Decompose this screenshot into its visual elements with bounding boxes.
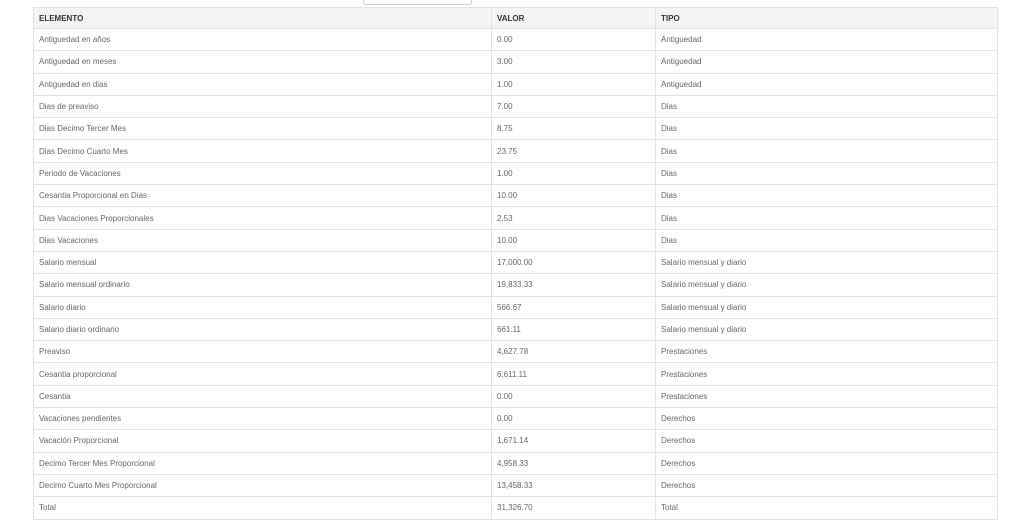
- cell-valor: 566.67: [491, 295, 656, 319]
- table-row: Dias Vacaciones 10.00 Dias: [33, 228, 998, 252]
- cell-tipo: Prestaciones: [655, 362, 998, 386]
- table-row: Dias Vacaciones Proporcionales 2.53 Dias: [33, 206, 998, 230]
- table-row: Decimo Tercer Mes Proporcional 4,958.33 De…: [33, 451, 998, 475]
- cell-tipo: Dias: [655, 228, 998, 252]
- cell-elemento: Dias Decimo Tercer Mes: [33, 117, 492, 141]
- table-row: Cesantia 0.00 Prestaciones: [33, 384, 998, 409]
- cell-elemento: Antiguedad en años: [33, 27, 492, 52]
- cell-valor: 4,958.33: [491, 451, 656, 475]
- table-row: Antiguedad en dias 1.00 Antiguedad: [33, 72, 998, 96]
- table-row: Preaviso 4,627.78 Prestaciones: [33, 340, 998, 364]
- cell-elemento: Salario mensual: [33, 250, 492, 275]
- table-row: Dias Decimo Tercer Mes 8.75 Dias: [33, 117, 998, 141]
- table-row: Decimo Cuarto Mes Proporcional 13,458.33 D…: [33, 473, 998, 498]
- cell-elemento: Decimo Tercer Mes Proporcional: [33, 451, 492, 475]
- cell-valor: 8.75: [491, 117, 656, 141]
- cell-tipo: Total: [655, 496, 998, 520]
- column-header-tipo: TIPO: [655, 7, 998, 29]
- cell-valor: 0.00: [491, 27, 656, 52]
- cell-valor: 0.00: [491, 407, 656, 431]
- cell-tipo: Prestaciones: [655, 384, 998, 409]
- cell-valor: 13,458.33: [491, 473, 656, 498]
- cell-valor: 2.53: [491, 206, 656, 230]
- cell-tipo: Salario mensual y diario: [655, 295, 998, 319]
- cell-valor: 7.00: [491, 94, 656, 119]
- cell-valor: 6,611.11: [491, 362, 656, 386]
- results-table: ELEMENTO VALOR TIPO Antiguedad en años 0.…: [33, 7, 998, 520]
- cell-tipo: Antiguedad: [655, 72, 998, 96]
- cell-tipo: Derechos: [655, 429, 998, 453]
- cell-tipo: Dias: [655, 206, 998, 230]
- table-row: Salario diario 566.67 Salario mensual y di…: [33, 295, 998, 319]
- cell-elemento: Antiguedad en meses: [33, 50, 492, 74]
- cell-elemento: Preaviso: [33, 340, 492, 364]
- cell-valor: 661.11: [491, 317, 656, 342]
- search-input[interactable]: [363, 0, 472, 5]
- cell-elemento: Salario diario: [33, 295, 492, 319]
- cell-valor: 3.00: [491, 50, 656, 74]
- cell-valor: 1,671.14: [491, 429, 656, 453]
- table-row: Vacaciones pendientes 0.00 Derechos: [33, 407, 998, 431]
- cell-elemento: Salario diario ordinario: [33, 317, 492, 342]
- table-row: Antiguedad en años 0.00 Antiguedad: [33, 27, 998, 52]
- cell-tipo: Dias: [655, 184, 998, 208]
- cell-valor: 4,627.78: [491, 340, 656, 364]
- table-row: Periodo de Vacaciones 1.00 Dias: [33, 161, 998, 186]
- cell-tipo: Derechos: [655, 407, 998, 431]
- table-body: Antiguedad en años 0.00 Antiguedad Antigued…: [33, 27, 998, 520]
- cell-tipo: Derechos: [655, 473, 998, 498]
- table-row: Salario mensual ordinario 19,833.33 Salari…: [33, 273, 998, 297]
- table-row: Cesantia Proporcional en Dias 10.00 Dias: [33, 184, 998, 208]
- cell-elemento: Dias Vacaciones Proporcionales: [33, 206, 492, 230]
- cell-tipo: Dias: [655, 94, 998, 119]
- table-row: Dias de preaviso 7.00 Dias: [33, 94, 998, 119]
- cell-elemento: Periodo de Vacaciones: [33, 161, 492, 186]
- cell-valor: 10.00: [491, 228, 656, 252]
- cell-tipo: Antiguedad: [655, 50, 998, 74]
- cell-valor: 31,326.70: [491, 496, 656, 520]
- cell-valor: 1.00: [491, 72, 656, 96]
- cell-elemento: Antiguedad en dias: [33, 72, 492, 96]
- cell-tipo: Salario mensual y diario: [655, 317, 998, 342]
- cell-tipo: Dias: [655, 161, 998, 186]
- cell-tipo: Antiguedad: [655, 27, 998, 52]
- cell-tipo: Salario mensual y diario: [655, 250, 998, 275]
- cell-elemento: Cesantia: [33, 384, 492, 409]
- cell-valor: 17,000.00: [491, 250, 656, 275]
- column-header-elemento: ELEMENTO: [33, 7, 492, 29]
- cell-tipo: Dias: [655, 117, 998, 141]
- cell-elemento: Cesantia proporcional: [33, 362, 492, 386]
- cell-elemento: Dias Decimo Cuarto Mes: [33, 139, 492, 163]
- cell-valor: 1.00: [491, 161, 656, 186]
- table-row: Cesantia proporcional 6,611.11 Prestacione…: [33, 362, 998, 386]
- cell-elemento: Total: [33, 496, 492, 520]
- cell-elemento: Dias de preaviso: [33, 94, 492, 119]
- table-row: Salario mensual 17,000.00 Salario mensual …: [33, 250, 998, 275]
- cell-tipo: Salario mensual y diario: [655, 273, 998, 297]
- table-row: Total 31,326.70 Total: [33, 496, 998, 520]
- table-row: Dias Decimo Cuarto Mes 23.75 Dias: [33, 139, 998, 163]
- table-row: Salario diario ordinario 661.11 Salario me…: [33, 317, 998, 342]
- cell-valor: 0.00: [491, 384, 656, 409]
- cell-tipo: Prestaciones: [655, 340, 998, 364]
- cell-valor: 23.75: [491, 139, 656, 163]
- cell-elemento: Vacaciones pendientes: [33, 407, 492, 431]
- cell-valor: 19,833.33: [491, 273, 656, 297]
- cell-elemento: Dias Vacaciones: [33, 228, 492, 252]
- table-row: Vacación Proporcional 1,671.14 Derechos: [33, 429, 998, 453]
- table-row: Antiguedad en meses 3.00 Antiguedad: [33, 50, 998, 74]
- cell-tipo: Dias: [655, 139, 998, 163]
- cell-elemento: Vacación Proporcional: [33, 429, 492, 453]
- cell-elemento: Cesantia Proporcional en Dias: [33, 184, 492, 208]
- cell-elemento: Salario mensual ordinario: [33, 273, 492, 297]
- table-header-row: ELEMENTO VALOR TIPO: [33, 7, 998, 29]
- cell-valor: 10.00: [491, 184, 656, 208]
- column-header-valor: VALOR: [491, 7, 656, 29]
- cell-elemento: Decimo Cuarto Mes Proporcional: [33, 473, 492, 498]
- cell-tipo: Derechos: [655, 451, 998, 475]
